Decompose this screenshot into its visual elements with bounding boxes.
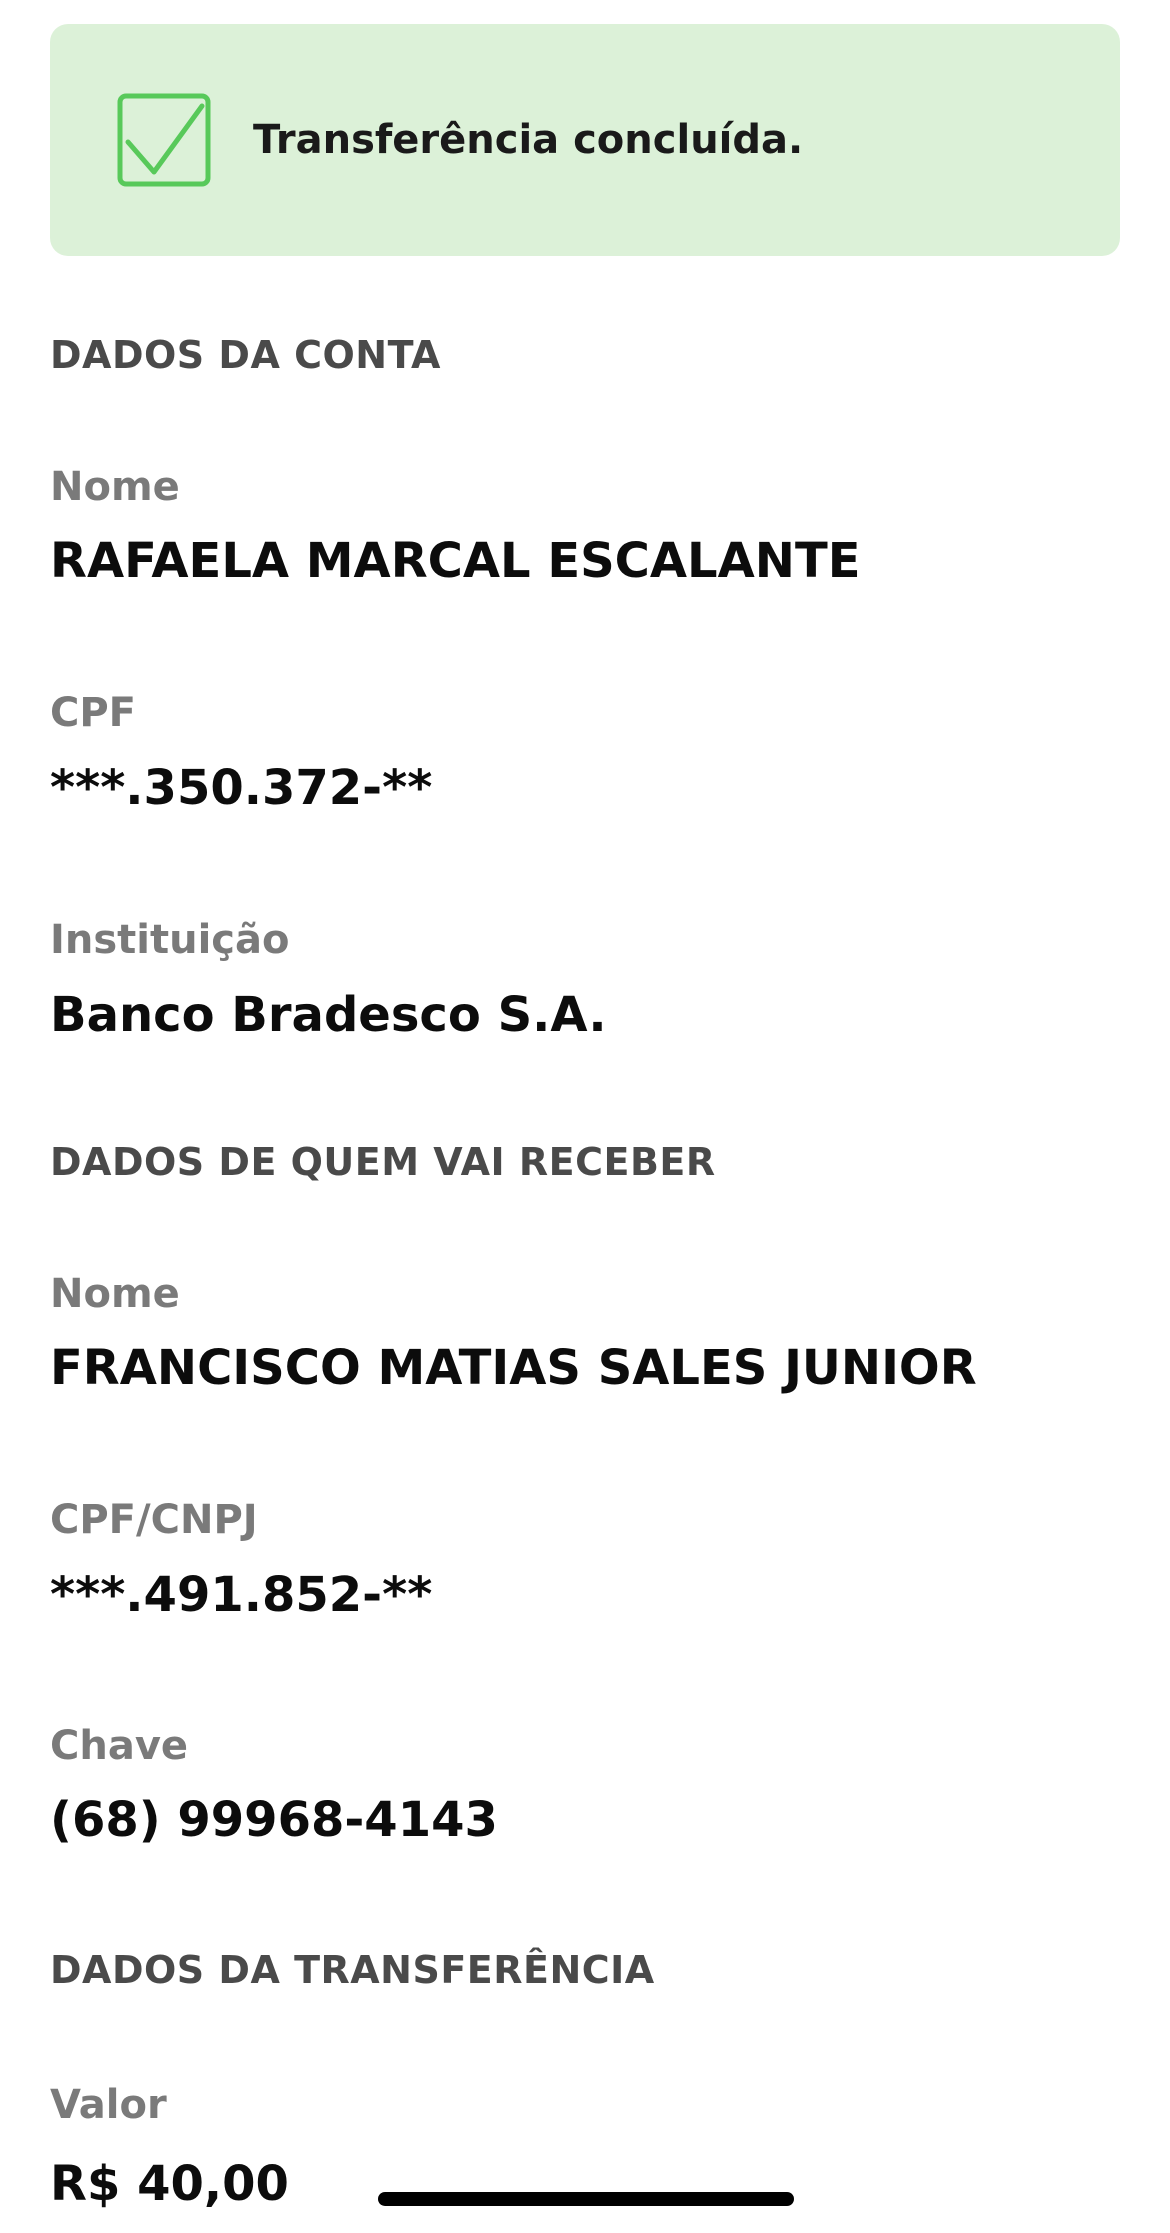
account-institution-label: Instituição [50,917,290,963]
account-name-value: RAFAELA MARCAL ESCALANTE [50,533,861,589]
success-banner: Transferência concluída. [50,24,1120,256]
recipient-document-label: CPF/CNPJ [50,1497,258,1543]
banner-message: Transferência concluída. [253,117,804,163]
recipient-document-value: ***.491.852-** [50,1567,433,1623]
recipient-key-value: (68) 99968-4143 [50,1792,498,1848]
section-header-transfer: DADOS DA TRANSFERÊNCIA [50,1948,655,1992]
section-header-recipient: DADOS DE QUEM VAI RECEBER [50,1140,716,1184]
recipient-name-label: Nome [50,1271,180,1317]
transfer-amount-label: Valor [50,2082,167,2128]
transfer-amount-value: R$ 40,00 [50,2156,289,2212]
account-institution-value: Banco Bradesco S.A. [50,987,607,1043]
home-indicator[interactable] [378,2192,794,2206]
recipient-key-label: Chave [50,1723,189,1769]
account-cpf-label: CPF [50,690,136,736]
check-square-icon [117,93,211,187]
account-name-label: Nome [50,464,180,510]
recipient-name-value: FRANCISCO MATIAS SALES JUNIOR [50,1340,977,1396]
section-header-account: DADOS DA CONTA [50,333,441,377]
account-cpf-value: ***.350.372-** [50,760,433,816]
